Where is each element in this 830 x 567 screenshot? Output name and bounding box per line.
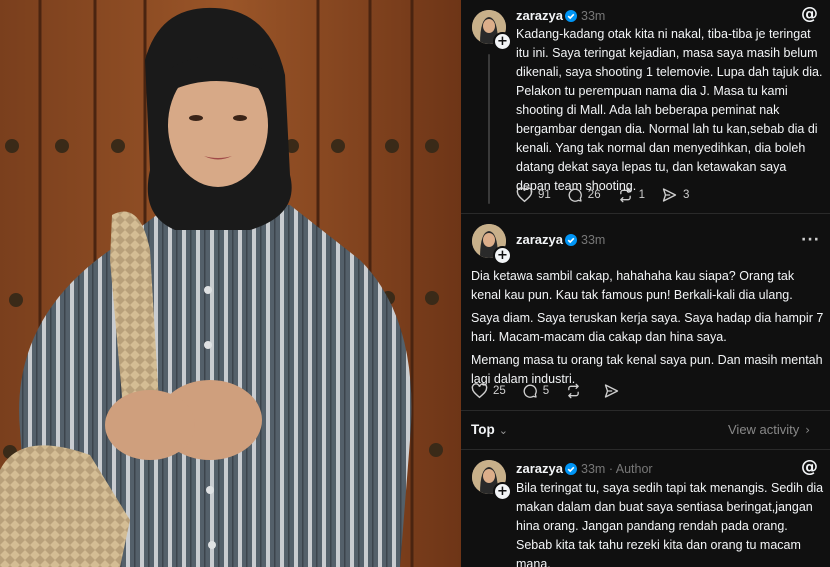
post-paragraph: Saya diam. Saya teruskan kerja saya. Say…	[471, 311, 824, 344]
divider	[461, 449, 830, 450]
post-paragraph: Dia ketawa sambil cakap, hahahaha kau si…	[471, 269, 795, 302]
post-text: Kadang-kadang otak kita ni nakal, tiba-t…	[516, 25, 824, 200]
post-paragraph: Kadang-kadang otak kita ni nakal, tiba-t…	[516, 27, 823, 193]
username[interactable]: zarazya	[516, 8, 563, 24]
post-time: 33m · Author	[581, 461, 653, 477]
username[interactable]: zarazya	[516, 461, 563, 477]
more-options-icon[interactable]: ···	[801, 232, 820, 248]
threads-logo-icon[interactable]: @	[801, 4, 818, 24]
verified-badge-icon	[565, 463, 577, 475]
post-actions: 91 26 1 3	[516, 187, 705, 203]
repost-button[interactable]: 1	[617, 187, 645, 203]
post-actions: 25 5	[471, 383, 641, 399]
send-icon	[605, 384, 619, 398]
username[interactable]: zarazya	[516, 232, 563, 248]
like-button[interactable]: 25	[471, 383, 506, 399]
share-button[interactable]: 3	[661, 187, 689, 203]
author-tag: · Author	[608, 462, 653, 476]
comment-icon	[523, 384, 537, 398]
follow-plus-icon[interactable]: +	[493, 246, 512, 265]
repost-icon	[619, 187, 631, 203]
verified-badge-icon	[565, 234, 577, 246]
post-text: Dia ketawa sambil cakap, hahahaha kau si…	[471, 267, 824, 393]
like-count: 91	[538, 189, 551, 201]
threads-panel: + zarazya 33m @ Kadang-kadang otak kita …	[461, 0, 830, 567]
divider	[461, 410, 830, 411]
heart-icon	[471, 383, 488, 399]
verified-badge-icon	[565, 10, 577, 22]
reply-button[interactable]: 5	[522, 383, 549, 399]
thread-connector-line	[488, 54, 490, 204]
post-text: Bila teringat tu, saya sedih tapi tak me…	[516, 479, 824, 567]
repost-count: 1	[638, 189, 645, 201]
threads-logo-icon[interactable]: @	[801, 457, 818, 477]
chevron-down-icon: ⌄	[498, 424, 508, 437]
post-photo	[0, 0, 461, 567]
like-count: 25	[493, 385, 506, 397]
share-count: 3	[683, 189, 690, 201]
sort-dropdown[interactable]: Top ⌄	[471, 422, 508, 437]
heart-icon	[516, 187, 533, 203]
comment-icon	[568, 188, 582, 202]
like-button[interactable]: 91	[516, 187, 551, 203]
chevron-right-icon: ›	[805, 423, 811, 437]
follow-plus-icon[interactable]: +	[493, 32, 512, 51]
view-activity-link[interactable]: View activity ›	[728, 422, 810, 437]
reply-count: 26	[587, 189, 601, 201]
post-time-value: 33m	[581, 462, 606, 476]
reply-count: 5	[542, 385, 550, 397]
post-paragraph: Bila teringat tu, saya sedih tapi tak me…	[516, 481, 824, 567]
repost-icon	[568, 383, 580, 399]
repost-button[interactable]	[565, 383, 587, 399]
sort-label: Top	[471, 422, 495, 437]
post-time: 33m	[581, 9, 606, 23]
follow-plus-icon[interactable]: +	[493, 482, 512, 501]
reply-button[interactable]: 26	[567, 187, 601, 203]
post-time: 33m	[581, 233, 606, 247]
view-activity-label: View activity	[728, 422, 800, 437]
share-button[interactable]	[603, 383, 625, 399]
send-icon	[662, 188, 677, 202]
divider	[461, 213, 830, 214]
